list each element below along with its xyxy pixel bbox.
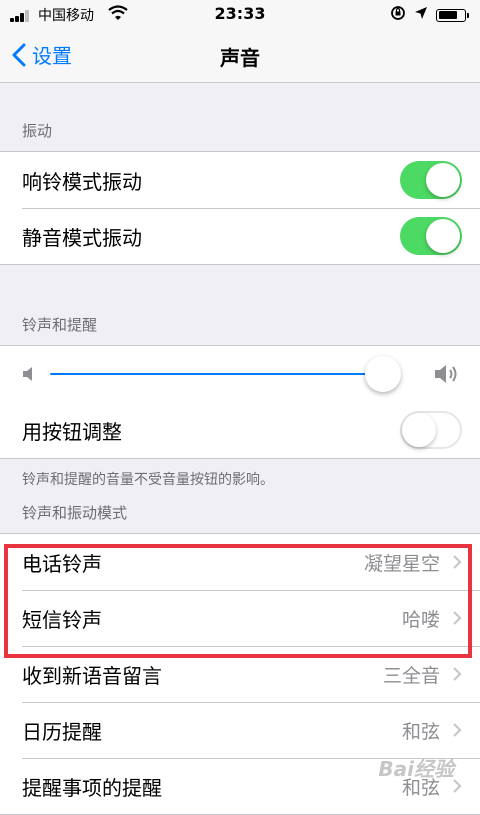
rotation-lock-icon bbox=[390, 5, 406, 25]
section-header-ringer: 铃声和提醒 bbox=[22, 316, 98, 334]
section-header-vibrate: 振动 bbox=[22, 122, 53, 140]
vibrate-group: 响铃模式振动 静音模式振动 bbox=[0, 151, 480, 265]
chevron-right-icon bbox=[453, 611, 462, 625]
status-bar: 中国移动 23:33 bbox=[0, 0, 480, 30]
calendar-alerts-value: 和弦 bbox=[401, 720, 440, 743]
buttons-adjust-label: 用按钮调整 bbox=[22, 419, 122, 444]
silent-vibrate-toggle[interactable] bbox=[400, 217, 462, 255]
voicemail-value: 三全音 bbox=[382, 664, 440, 687]
section-header-patterns: 铃声和振动模式 bbox=[22, 504, 128, 522]
text-tone-value: 哈喽 bbox=[401, 608, 440, 631]
buttons-adjust-row: 用按钮调整 bbox=[0, 402, 480, 458]
silent-vibrate-label: 静音模式振动 bbox=[22, 225, 142, 250]
watermark-logo: Bai经验 bbox=[378, 757, 454, 781]
ringer-group: 用按钮调整 bbox=[0, 345, 480, 459]
text-tone-label: 短信铃声 bbox=[22, 607, 102, 632]
ringtone-value: 凝望星空 bbox=[363, 552, 440, 575]
speaker-low-icon bbox=[23, 367, 32, 381]
volume-slider[interactable] bbox=[0, 346, 480, 402]
ring-vibrate-label: 响铃模式振动 bbox=[22, 169, 142, 194]
chevron-right-icon bbox=[453, 667, 462, 681]
silent-vibrate-row: 静音模式振动 bbox=[0, 208, 480, 264]
location-icon bbox=[414, 6, 428, 24]
speaker-high-icon bbox=[435, 365, 457, 383]
ring-vibrate-toggle[interactable] bbox=[400, 161, 462, 199]
volume-thumb[interactable] bbox=[364, 356, 401, 392]
buttons-adjust-toggle[interactable] bbox=[400, 411, 462, 449]
ring-vibrate-row: 响铃模式振动 bbox=[0, 152, 480, 208]
voicemail-label: 收到新语音留言 bbox=[22, 663, 162, 688]
navigation-bar: 设置 声音 bbox=[0, 30, 480, 83]
ringer-footer-note: 铃声和提醒的音量不受音量按钮的影响。 bbox=[22, 472, 274, 488]
list-item-text-tone[interactable]: 短信铃声 哈喽 bbox=[0, 590, 480, 646]
chevron-right-icon bbox=[453, 723, 462, 737]
list-item-ringtone[interactable]: 电话铃声 凝望星空 bbox=[0, 534, 480, 590]
page-title: 声音 bbox=[220, 46, 260, 70]
battery-icon bbox=[436, 8, 469, 22]
chevron-right-icon bbox=[453, 555, 462, 569]
calendar-alerts-label: 日历提醒 bbox=[22, 719, 102, 744]
list-item-calendar-alerts[interactable]: 日历提醒 和弦 bbox=[0, 702, 480, 758]
volume-track bbox=[50, 373, 400, 375]
list-item-voicemail[interactable]: 收到新语音留言 三全音 bbox=[0, 646, 480, 702]
reminder-alerts-label: 提醒事项的提醒 bbox=[22, 775, 162, 800]
ringtone-label: 电话铃声 bbox=[22, 551, 102, 576]
